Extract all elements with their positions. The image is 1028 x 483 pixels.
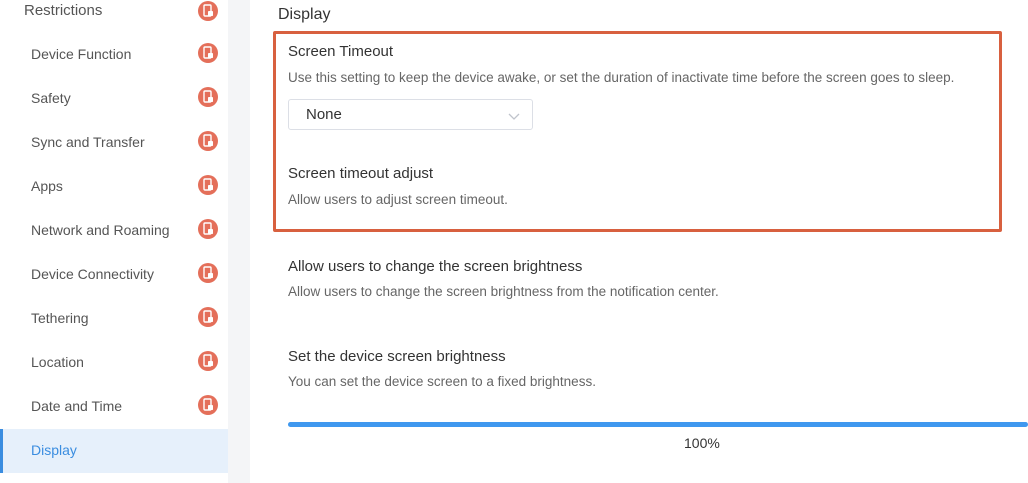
- sidebar-item-date-and-time[interactable]: Date and Time: [0, 385, 228, 429]
- brightness-slider-fill: [288, 422, 1028, 427]
- sidebar-item-apps[interactable]: Apps: [0, 165, 228, 209]
- sidebar: Restrictions Device Function Safety Sync…: [0, 0, 228, 483]
- sidebar-item-label: Display: [31, 442, 77, 458]
- sidebar-item-label: Date and Time: [31, 398, 123, 414]
- sidebar-item-tethering[interactable]: Tethering: [0, 297, 228, 341]
- screen-timeout-adjust-title: Screen timeout adjust: [288, 165, 434, 182]
- section-title: Display: [278, 6, 331, 23]
- sidebar-item-location[interactable]: Location: [0, 341, 228, 385]
- sidebar-item-label: Sync and Transfer: [31, 134, 145, 150]
- phone-lock-icon: [198, 395, 218, 415]
- sidebar-item-network-and-roaming[interactable]: Network and Roaming: [0, 209, 228, 253]
- screen-timeout-selected-value: None: [306, 106, 342, 123]
- brightness-slider[interactable]: [288, 422, 1028, 427]
- phone-lock-icon: [198, 131, 218, 151]
- sidebar-item-device-function[interactable]: Device Function: [0, 33, 228, 77]
- phone-lock-icon: [198, 219, 218, 239]
- phone-lock-icon: [198, 263, 218, 283]
- device-brightness-description: You can set the device screen to a fixed…: [288, 374, 596, 389]
- sidebar-item-label: Location: [31, 354, 84, 370]
- phone-lock-icon: [198, 87, 218, 107]
- brightness-change-description: Allow users to change the screen brightn…: [288, 284, 719, 299]
- chevron-down-icon: [508, 108, 520, 126]
- brightness-change-title: Allow users to change the screen brightn…: [288, 258, 583, 275]
- main-content: Display Screen Timeout Use this setting …: [250, 0, 1028, 483]
- sidebar-item-sync-and-transfer[interactable]: Sync and Transfer: [0, 121, 228, 165]
- sidebar-item-label: Device Connectivity: [31, 266, 154, 282]
- phone-lock-icon: [198, 175, 218, 195]
- sidebar-item-label: Device Function: [31, 46, 132, 62]
- screen-timeout-select[interactable]: None: [288, 99, 533, 130]
- screen-timeout-description: Use this setting to keep the device awak…: [288, 70, 955, 85]
- sidebar-item-display[interactable]: Display: [0, 429, 228, 473]
- sidebar-item-safety[interactable]: Safety: [0, 77, 228, 121]
- screen-timeout-title: Screen Timeout: [288, 43, 394, 60]
- phone-lock-icon: [198, 1, 218, 21]
- device-brightness-title: Set the device screen brightness: [288, 348, 506, 365]
- sidebar-item-label: Safety: [31, 90, 71, 106]
- screen-timeout-adjust-description: Allow users to adjust screen timeout.: [288, 192, 508, 207]
- sidebar-item-label: Apps: [31, 178, 63, 194]
- sidebar-item-label: Tethering: [31, 310, 89, 326]
- sidebar-header-label: Restrictions: [24, 2, 103, 19]
- brightness-value-label: 100%: [684, 435, 720, 451]
- phone-lock-icon: [198, 351, 218, 371]
- phone-lock-icon: [198, 307, 218, 327]
- sidebar-item-label: Network and Roaming: [31, 222, 170, 238]
- sidebar-header-restrictions[interactable]: Restrictions: [0, 0, 228, 24]
- content-gutter: [228, 0, 250, 483]
- phone-lock-icon: [198, 43, 218, 63]
- sidebar-item-device-connectivity[interactable]: Device Connectivity: [0, 253, 228, 297]
